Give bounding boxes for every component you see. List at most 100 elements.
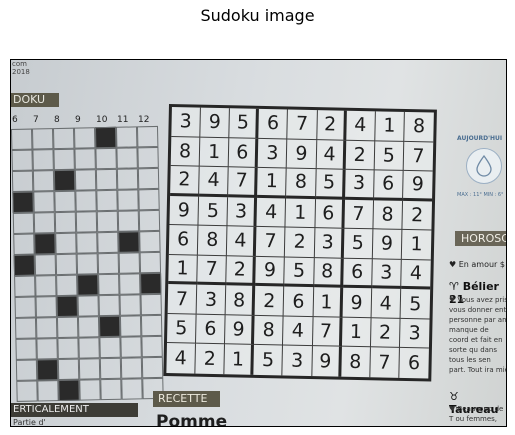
- sudoku-cell: 5: [315, 169, 346, 200]
- sudoku-cell: 9: [311, 346, 342, 377]
- corner-text-1: com: [12, 60, 27, 68]
- crossword-cell: [99, 357, 122, 380]
- sudoku-cell: 7: [344, 199, 374, 230]
- crossword-cell: [35, 296, 57, 318]
- sudoku-cell: 8: [313, 257, 344, 289]
- sudoku-cell: 6: [373, 170, 404, 201]
- sudoku-cell: 4: [256, 197, 287, 228]
- crossword-cell: [120, 357, 143, 379]
- sudoku-cell: 1: [168, 254, 198, 285]
- crossword-cell: [100, 378, 122, 401]
- crossword-cell: [119, 273, 141, 295]
- crossword-black-cell: [36, 359, 59, 381]
- crossword-black-cell: [94, 126, 117, 149]
- crossword-column-number: 10: [96, 115, 108, 125]
- sudoku-cell: 8: [404, 111, 434, 143]
- crossword-black-cell: [34, 233, 56, 255]
- sudoku-cell: 9: [225, 315, 255, 346]
- crossword-column-number: 11: [117, 115, 129, 125]
- sudoku-cell: 3: [371, 259, 402, 290]
- crossword-cell: [116, 168, 139, 190]
- water-drop-icon: [466, 148, 502, 184]
- sudoku-cell: 1: [375, 111, 405, 142]
- sudoku-cell: 1: [401, 230, 432, 261]
- crossword-cell: [115, 126, 138, 148]
- crossword-cell: [137, 167, 160, 190]
- crossword-grid: [11, 125, 165, 402]
- sudoku-puzzle: 3956724188163942572471853699534167826847…: [163, 104, 441, 384]
- crossword-cell: [15, 359, 38, 381]
- sudoku-cell: 4: [283, 316, 314, 347]
- crossword-cell: [56, 316, 79, 339]
- crossword-cell: [14, 296, 36, 318]
- crossword-cell: [54, 211, 77, 234]
- crossword-cell: [57, 337, 79, 360]
- sudoku-cell: 2: [285, 227, 315, 258]
- crossword-cell: [97, 231, 119, 254]
- crossword-cell: [140, 314, 163, 337]
- sudoku-cell: 8: [254, 315, 285, 346]
- sudoku-cell: 5: [400, 289, 431, 320]
- sudoku-cell: 7: [312, 316, 343, 348]
- sudoku-cell: 8: [225, 285, 256, 316]
- crossword-cell: [138, 188, 160, 211]
- crossword-column-number: 12: [138, 115, 150, 125]
- sudoku-cell: 7: [167, 284, 198, 315]
- sudoku-cell: 7: [403, 141, 434, 172]
- crossword-cell: [54, 190, 76, 213]
- sudoku-grid: 3956724188163942572471853699534167826847…: [163, 104, 437, 382]
- crossword-cell: [116, 147, 138, 169]
- crossword-cell: [77, 316, 100, 338]
- sudoku-cell: 1: [313, 287, 343, 318]
- recette-banner: RECETTE: [153, 391, 220, 407]
- sudoku-cell: 1: [199, 137, 230, 168]
- sudoku-cell: 3: [258, 138, 288, 169]
- weather-label: AUJOURD'HUI: [457, 135, 503, 142]
- sudoku-cell: 8: [340, 347, 371, 378]
- crossword-cell: [77, 295, 99, 317]
- sudoku-cell: 1: [341, 317, 372, 348]
- crossword-cell: [97, 252, 120, 275]
- crossword-cell: [76, 253, 99, 275]
- crossword-column-number: 8: [54, 115, 60, 125]
- crossword-cell: [33, 212, 56, 234]
- crossword-cell: [120, 336, 142, 358]
- en-amour-line: ♥ En amour $: [449, 260, 505, 269]
- crossword-cell: [98, 294, 120, 317]
- sudoku-cell: 3: [196, 284, 227, 316]
- crossword-black-cell: [53, 169, 76, 192]
- crossword-cell: [79, 379, 101, 401]
- crossword-cell: [139, 230, 161, 253]
- crossword-cell: [96, 210, 119, 233]
- crossword-cell: [74, 169, 97, 191]
- sudoku-cell: 7: [256, 227, 286, 258]
- sudoku-cell: 5: [198, 196, 229, 227]
- crossword-black-cell: [58, 379, 80, 402]
- sudoku-cell: 2: [402, 200, 433, 231]
- section-banner: DOKU: [11, 93, 59, 107]
- crossword-column-number: 6: [12, 115, 18, 125]
- crossword-cell: [53, 148, 75, 171]
- crossword-cell: [95, 168, 118, 191]
- figure-title: Sudoku image: [200, 6, 315, 25]
- sudoku-cell: 5: [253, 345, 284, 376]
- crossword-cell: [35, 275, 57, 297]
- crossword-cell: [55, 253, 78, 276]
- crossword-cell: [12, 212, 35, 234]
- sudoku-cell: 6: [228, 137, 259, 168]
- belier-text: ♥ Vous avez pris vous donner ent personn…: [449, 296, 507, 374]
- taureau-text: ♥ Beaucoup de T ou femmes, ose: [449, 405, 504, 426]
- crossword-cell: [74, 148, 96, 170]
- crossword-black-cell: [98, 315, 121, 338]
- sudoku-cell: 6: [284, 286, 314, 317]
- crossword-cell: [32, 170, 55, 192]
- crossword-cell: [99, 336, 121, 359]
- sudoku-cell: 6: [342, 258, 373, 289]
- crossword-cell: [78, 358, 101, 380]
- crossword-cell: [56, 274, 78, 297]
- sudoku-cell: 3: [314, 228, 345, 259]
- sudoku-cell: 3: [227, 196, 258, 228]
- sudoku-cell: 7: [197, 255, 228, 286]
- crossword-cell: [98, 273, 120, 296]
- crossword-cell: [96, 189, 118, 212]
